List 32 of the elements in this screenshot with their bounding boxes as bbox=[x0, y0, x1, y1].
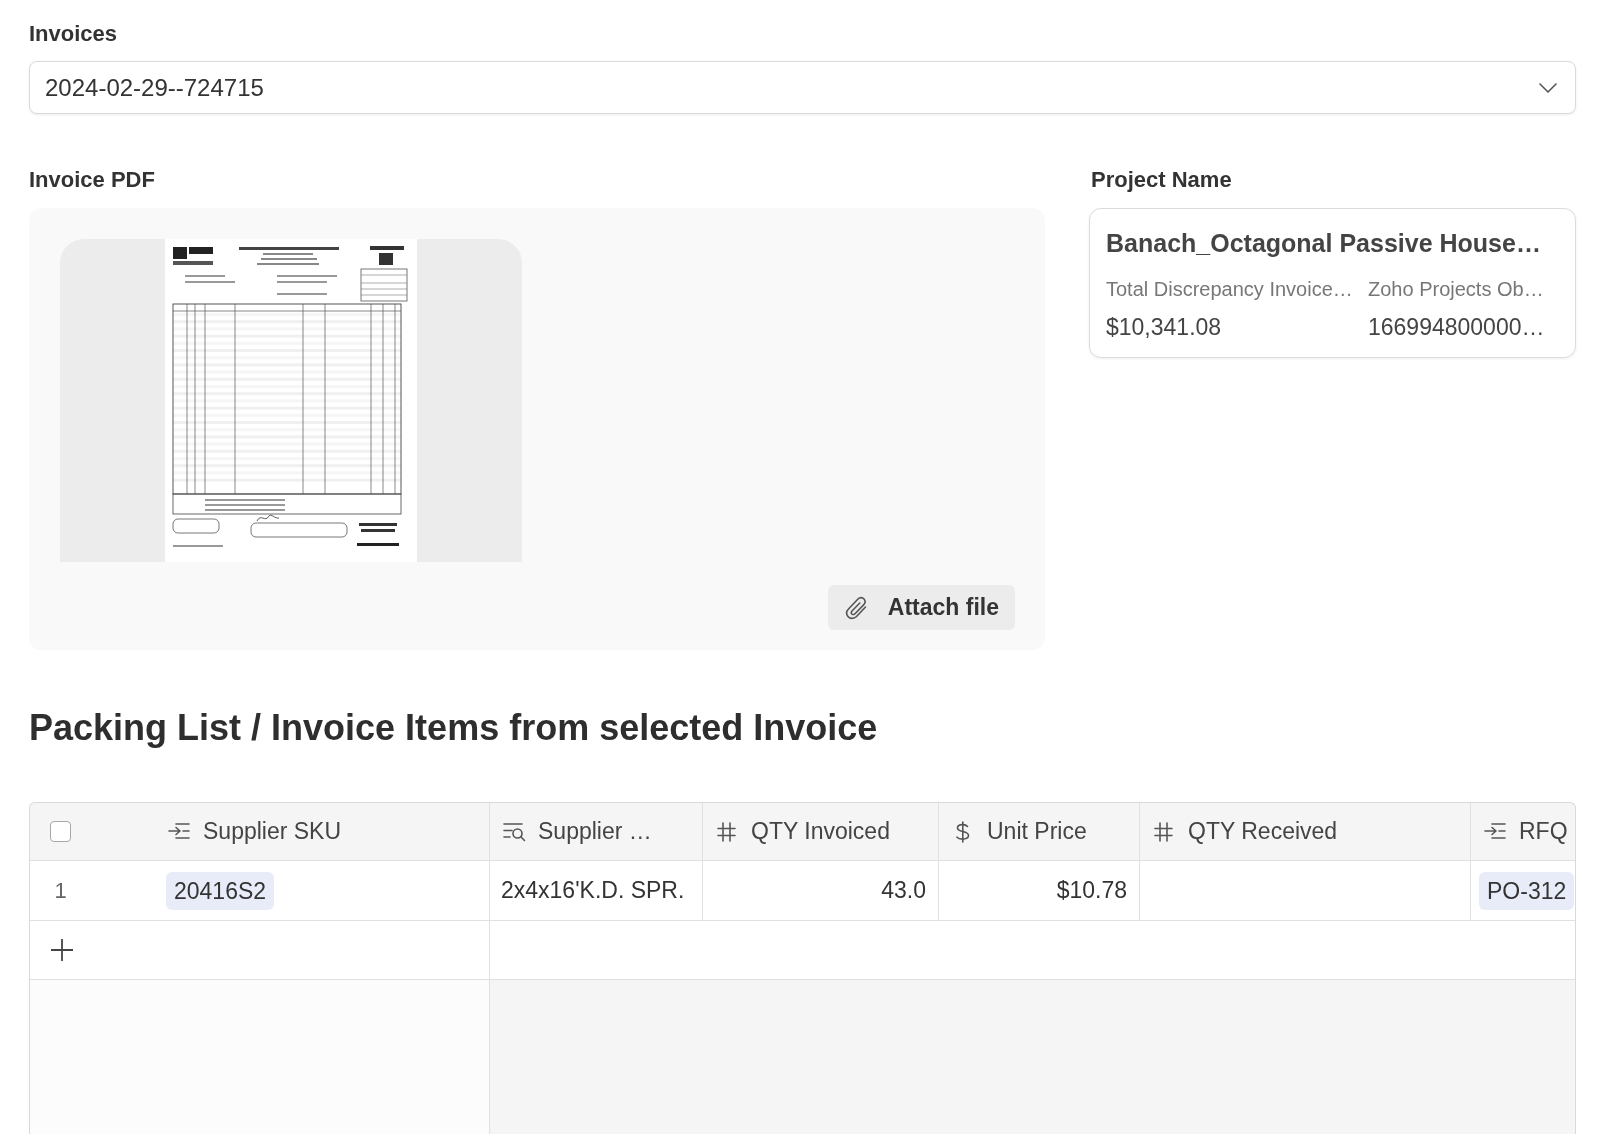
column-header[interactable]: QTY Received bbox=[1140, 803, 1471, 861]
plus-icon[interactable] bbox=[50, 938, 74, 962]
project-title: Banach_Octagonal Passive House… bbox=[1106, 228, 1542, 259]
card-field-label: Total Discrepancy Invoice… bbox=[1106, 277, 1353, 302]
attach-file-button[interactable]: Attach file bbox=[827, 585, 1015, 630]
hash-icon bbox=[715, 820, 739, 843]
record-chip[interactable]: PO-312 bbox=[1479, 871, 1575, 910]
list-search-icon bbox=[502, 820, 526, 843]
field-label: Project Name bbox=[1091, 166, 1232, 194]
card-field-value: $10,341.08 bbox=[1106, 313, 1222, 342]
table-cell: 2x4x16'K.D. SPR. bbox=[501, 877, 685, 904]
chevron-down-icon bbox=[1539, 82, 1557, 93]
section-heading: Packing List / Invoice Items from selected Invoice bbox=[29, 706, 878, 750]
project-record-card[interactable]: Banach_Octagonal Passive House… Total Discrepancy Invoice… Zoho Projects Ob… $10,341.08 166994800000… bbox=[1089, 208, 1576, 358]
paperclip-icon bbox=[844, 594, 869, 621]
card-field-value: 166994800000… bbox=[1368, 313, 1545, 342]
field-label: Invoices bbox=[29, 20, 118, 48]
row-number: 1 bbox=[53, 877, 68, 904]
hash-icon bbox=[1152, 820, 1176, 843]
table-cell: 43.0 bbox=[881, 877, 926, 904]
card-field-label: Zoho Projects Ob… bbox=[1368, 277, 1544, 302]
select-all-checkbox[interactable] bbox=[50, 821, 71, 842]
column-header[interactable]: RFQ bbox=[1471, 803, 1575, 861]
column-header[interactable]: Supplier … bbox=[490, 803, 703, 861]
column-header[interactable]: Supplier SKU bbox=[158, 803, 490, 861]
attachment-preview[interactable] bbox=[60, 239, 522, 562]
column-header[interactable]: QTY Invoiced bbox=[703, 803, 939, 861]
record-chip[interactable]: 20416S2 bbox=[166, 871, 275, 910]
invoice-dropdown[interactable]: 2024-02-29--724715 bbox=[29, 61, 1576, 114]
table-cell: $10.78 bbox=[1056, 877, 1127, 904]
column-header[interactable]: Unit Price bbox=[939, 803, 1140, 861]
field-label: Invoice PDF bbox=[29, 166, 155, 194]
